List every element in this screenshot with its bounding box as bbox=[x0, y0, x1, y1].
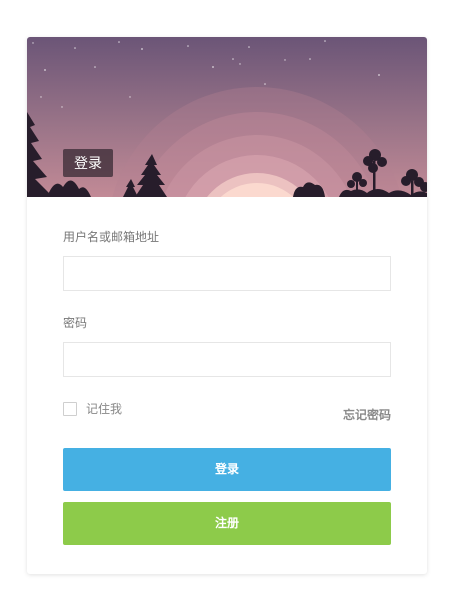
header-banner: 登录 bbox=[27, 37, 427, 197]
forgot-password-link[interactable]: 忘记密码 bbox=[343, 406, 391, 423]
checkbox-icon[interactable] bbox=[63, 401, 77, 416]
password-input[interactable] bbox=[63, 342, 391, 377]
remember-me-label[interactable]: 记住我 bbox=[86, 400, 122, 417]
username-input[interactable] bbox=[63, 256, 391, 291]
register-button[interactable]: 注册 bbox=[63, 502, 391, 545]
username-label: 用户名或邮箱地址 bbox=[63, 230, 160, 244]
remember-me[interactable]: 记住我 bbox=[63, 400, 122, 417]
page-title: 登录 bbox=[63, 149, 113, 177]
login-card: 登录 用户名或邮箱地址 密码 记住我 忘记密码 登录 注册 bbox=[27, 37, 427, 574]
password-label: 密码 bbox=[63, 316, 88, 330]
login-button[interactable]: 登录 bbox=[63, 448, 391, 491]
